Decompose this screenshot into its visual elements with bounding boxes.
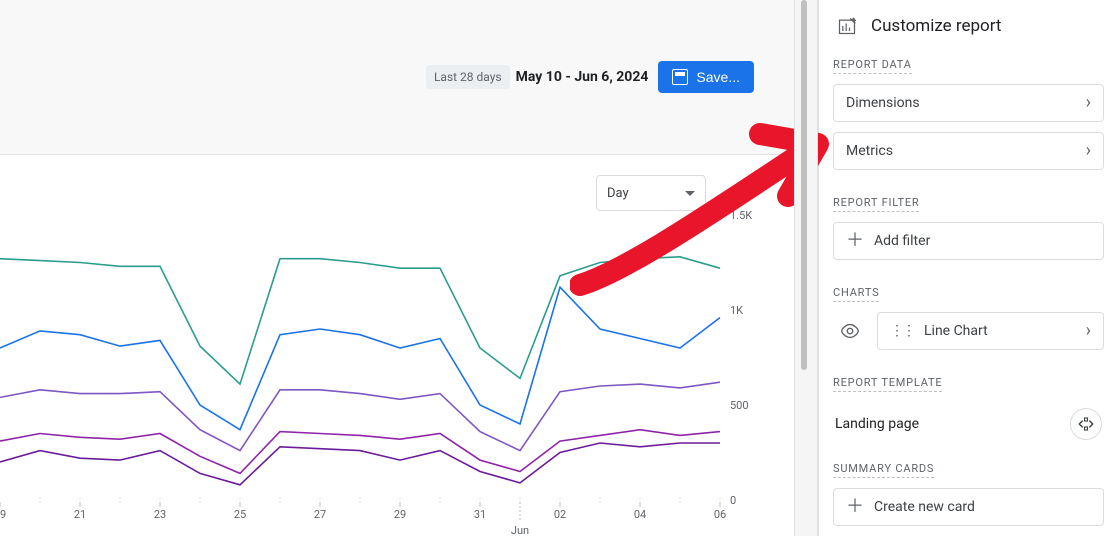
scrollbar-thumb[interactable] — [801, 0, 807, 370]
visibility-toggle[interactable] — [833, 312, 867, 350]
line-chart: 0 500 1K 1.5K 19 21 23 25 27 29 31 02 04 06 Jun — [0, 155, 780, 535]
chevron-right-icon: › — [1086, 322, 1091, 340]
create-card-label: Create new card — [874, 499, 975, 515]
dimensions-button[interactable]: Dimensions › — [833, 84, 1104, 122]
chart-type-label: Line Chart — [924, 323, 988, 339]
save-button-label: Save... — [696, 69, 740, 85]
chevron-down-icon — [685, 191, 695, 196]
date-range-text: May 10 - Jun 6, 2024 — [516, 69, 649, 85]
svg-text:19: 19 — [0, 508, 6, 521]
metrics-label: Metrics — [846, 143, 893, 159]
section-report-filter: REPORT FILTER — [833, 196, 919, 212]
svg-text:1K: 1K — [730, 304, 743, 317]
scroll-gutter — [794, 0, 818, 536]
granularity-value: Day — [607, 186, 629, 201]
section-report-template: REPORT TEMPLATE — [833, 376, 942, 392]
svg-text:02: 02 — [554, 508, 566, 521]
svg-text:25: 25 — [234, 508, 246, 521]
granularity-select[interactable]: Day — [596, 175, 706, 211]
svg-text:23: 23 — [154, 508, 166, 521]
svg-text:31: 31 — [474, 508, 486, 521]
main-report-area: Last 28 days May 10 - Jun 6, 2024 Save..… — [0, 0, 794, 536]
svg-text:500: 500 — [730, 399, 749, 412]
metrics-button[interactable]: Metrics › — [833, 132, 1104, 170]
svg-text:27: 27 — [314, 508, 326, 521]
chart-area: Day 0 500 1K 1.5K 19 21 23 25 27 29 31 02 04 06 Jun — [0, 155, 794, 535]
save-icon — [672, 69, 688, 85]
customize-icon — [837, 16, 857, 36]
report-header: Last 28 days May 10 - Jun 6, 2024 Save..… — [0, 0, 794, 155]
svg-text:06: 06 — [714, 508, 726, 521]
range-hint-pill: Last 28 days — [426, 65, 510, 89]
customize-panel: Customize report REPORT DATA Dimensions … — [818, 0, 1118, 536]
swap-template-button[interactable] — [1070, 408, 1102, 440]
svg-text:29: 29 — [394, 508, 406, 521]
svg-text:0: 0 — [730, 494, 736, 507]
panel-title: Customize report — [871, 16, 1001, 36]
dimensions-label: Dimensions — [846, 95, 920, 111]
save-button[interactable]: Save... — [658, 61, 754, 93]
section-charts: CHARTS — [833, 286, 879, 302]
chart-type-select[interactable]: ⋮⋮ Line Chart › — [877, 312, 1104, 350]
svg-text:1.5K: 1.5K — [730, 209, 752, 222]
plus-icon: ＋ — [846, 232, 864, 250]
svg-text:21: 21 — [74, 508, 86, 521]
plus-icon: ＋ — [846, 498, 864, 516]
template-name: Landing page — [835, 416, 919, 432]
create-card-button[interactable]: ＋ Create new card — [833, 488, 1104, 526]
chevron-right-icon: › — [1086, 142, 1091, 160]
drag-handle-icon: ⋮⋮ — [890, 323, 914, 339]
svg-text:04: 04 — [634, 508, 646, 521]
add-filter-label: Add filter — [874, 233, 930, 249]
date-range-picker[interactable]: Last 28 days May 10 - Jun 6, 2024 — [426, 65, 648, 89]
section-summary-cards: SUMMARY CARDS — [833, 462, 934, 478]
add-filter-button[interactable]: ＋ Add filter — [833, 222, 1104, 260]
eye-icon — [839, 320, 861, 342]
chevron-right-icon: › — [1086, 94, 1091, 112]
section-report-data: REPORT DATA — [833, 58, 912, 74]
swap-icon — [1077, 415, 1095, 433]
svg-text:Jun: Jun — [511, 524, 529, 535]
